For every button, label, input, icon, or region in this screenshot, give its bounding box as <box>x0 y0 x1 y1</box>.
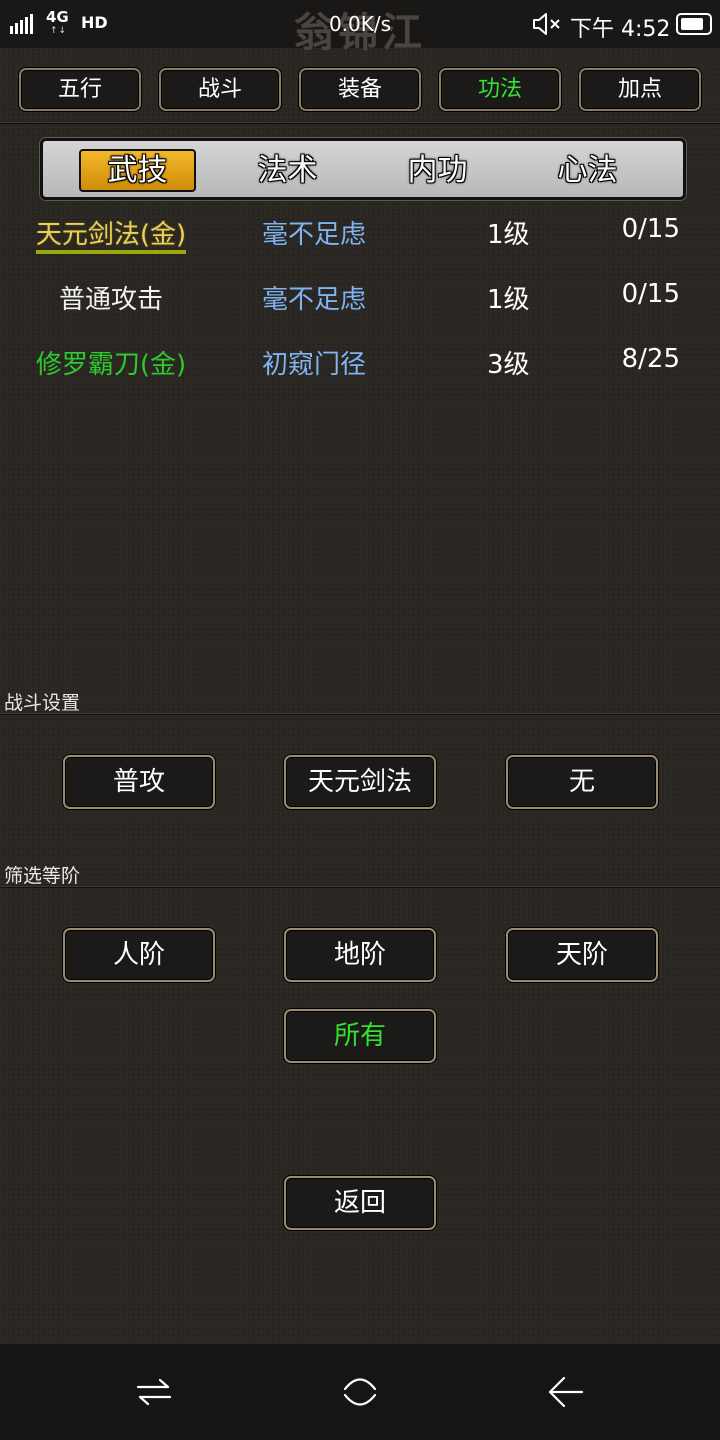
battle-slot-1-button[interactable]: 普攻 <box>63 755 215 809</box>
skill-name-text: 天元剑法(金) <box>35 220 187 254</box>
battle-slot-3-button[interactable]: 无 <box>506 755 658 809</box>
top-tab-divider <box>0 122 720 124</box>
subtab-martial-arts[interactable]: 武技 <box>79 149 196 192</box>
skill-progress: 0/15 <box>621 279 680 309</box>
skill-state: 毫不足虑 <box>262 220 367 250</box>
skill-level: 1级 <box>487 220 530 250</box>
tab-attributes[interactable]: 加点 <box>579 68 701 111</box>
filter-heaven-rank-button[interactable]: 天阶 <box>506 928 658 982</box>
skill-progress: 0/15 <box>621 214 680 244</box>
battle-settings-title: 战斗设置 <box>4 692 81 714</box>
subtab-mind-method[interactable]: 心法 <box>529 149 646 192</box>
skill-name: 天元剑法(金) <box>0 214 222 254</box>
tab-skills[interactable]: 功法 <box>439 68 561 111</box>
subtab-inner-power[interactable]: 内功 <box>379 149 496 192</box>
skill-progress: 8/25 <box>621 344 680 374</box>
subtab-spells[interactable]: 法术 <box>229 149 346 192</box>
filter-earth-rank-button[interactable]: 地阶 <box>284 928 436 982</box>
filter-human-rank-button[interactable]: 人阶 <box>63 928 215 982</box>
tab-battle[interactable]: 战斗 <box>159 68 281 111</box>
battery-icon <box>676 13 712 35</box>
skill-row[interactable]: 普通攻击 毫不足虑 1级 0/15 <box>0 265 720 329</box>
filter-all-button[interactable]: 所有 <box>284 1009 436 1063</box>
top-tab-bar: 五行 战斗 装备 功法 加点 <box>0 48 720 124</box>
skill-level: 1级 <box>487 285 530 315</box>
skill-category-tabs: 武技 法术 内功 心法 <box>40 138 686 200</box>
system-nav-bar <box>0 1344 720 1440</box>
back-button[interactable]: 返回 <box>284 1176 436 1230</box>
skill-name: 普通攻击 <box>58 285 163 315</box>
section-divider <box>0 886 720 888</box>
battle-slot-2-button[interactable]: 天元剑法 <box>284 755 436 809</box>
recent-apps-icon[interactable] <box>134 1372 174 1412</box>
skill-row[interactable]: 天元剑法(金) 毫不足虑 1级 0/15 <box>0 200 720 264</box>
section-divider <box>0 713 720 715</box>
clock: 下午 4:52 <box>570 17 671 42</box>
back-icon[interactable] <box>546 1372 586 1412</box>
tab-wuxing[interactable]: 五行 <box>19 68 141 111</box>
skill-row[interactable]: 修罗霸刀(金) 初窥门径 3级 8/25 <box>0 330 720 394</box>
skill-level: 3级 <box>487 350 530 380</box>
filter-rank-title: 筛选等阶 <box>4 865 81 887</box>
mute-icon <box>533 13 560 35</box>
home-icon[interactable] <box>340 1372 380 1412</box>
status-bar: 4G ↑↓ HD 翁锦江 0.0K/s 下午 4:52 <box>0 0 720 56</box>
skill-state: 毫不足虑 <box>262 285 367 315</box>
skill-name: 修罗霸刀(金) <box>35 350 187 380</box>
skill-state: 初窥门径 <box>262 350 367 380</box>
tab-equipment[interactable]: 装备 <box>299 68 421 111</box>
